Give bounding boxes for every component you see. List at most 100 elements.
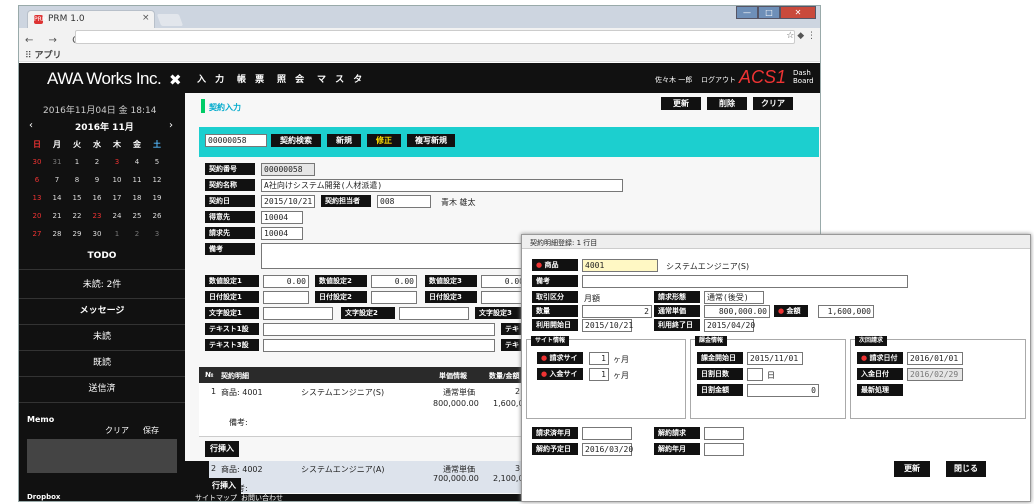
extension-icons[interactable]: ☆ ◆ ⋮ (786, 31, 816, 41)
daily-amount-input[interactable]: 0 (747, 384, 819, 397)
calendar-day[interactable]: 24 (107, 207, 127, 225)
numeric-setting-1-input[interactable]: 0.00 (263, 275, 309, 288)
address-bar[interactable] (75, 30, 795, 44)
calendar-day[interactable]: 22 (67, 207, 87, 225)
calendar-day[interactable]: 10 (107, 171, 127, 189)
calendar-day[interactable]: 7 (47, 171, 67, 189)
calendar-day[interactable]: 18 (127, 189, 147, 207)
calendar-day[interactable]: 19 (147, 189, 167, 207)
customer-input[interactable]: 10004 (261, 211, 303, 224)
text-1-input[interactable] (263, 323, 495, 336)
pay-site-input[interactable]: 1 (589, 368, 609, 381)
menu-master[interactable]: マ ス タ (317, 72, 365, 85)
cancel-request-input[interactable] (704, 427, 744, 440)
amount-input[interactable]: 1,600,000 (818, 305, 874, 318)
close-window-button[interactable]: ✕ (780, 6, 816, 19)
contact-link[interactable]: お問い合わせ (241, 493, 283, 501)
billing-type-select[interactable]: 通常(後受) (704, 291, 764, 304)
dialog-update-button[interactable]: 更新 (894, 461, 930, 477)
calendar-day[interactable]: 5 (147, 153, 167, 171)
calendar-day[interactable]: 8 (67, 171, 87, 189)
minimize-button[interactable]: — (736, 6, 758, 19)
delete-button[interactable]: 削除 (707, 97, 747, 110)
text-3-input[interactable] (263, 339, 495, 352)
date-setting-1-input[interactable] (263, 291, 309, 304)
last-bill-ym-input[interactable] (582, 427, 632, 440)
modify-button[interactable]: 修正 (367, 134, 401, 147)
calendar-day[interactable]: 17 (107, 189, 127, 207)
next-month-icon[interactable]: › (169, 120, 173, 131)
close-tab-icon[interactable]: × (142, 13, 150, 23)
contract-date-input[interactable]: 2015/10/21 (261, 195, 315, 208)
calendar-day[interactable]: 26 (147, 207, 167, 225)
contract-name-input[interactable]: A社向けシステム開発(人材派遣) (261, 179, 623, 192)
menu-reports[interactable]: 帳 票 (237, 72, 267, 85)
menu-inquiry[interactable]: 照 会 (277, 72, 307, 85)
calendar-day[interactable]: 2 (127, 225, 147, 243)
logout-link[interactable]: ログアウト (701, 75, 736, 85)
dialog-close-button[interactable]: 閉じる (946, 461, 986, 477)
calendar-day[interactable]: 11 (127, 171, 147, 189)
product-code-input[interactable]: 4001 (582, 259, 658, 272)
calendar-day[interactable]: 2 (87, 153, 107, 171)
calendar-day[interactable]: 16 (87, 189, 107, 207)
redo-button[interactable]: 最新処理 (857, 384, 903, 396)
bill-site-input[interactable]: 1 (589, 352, 609, 365)
calendar-day[interactable]: 13 (27, 189, 47, 207)
calendar-day[interactable]: 23 (87, 207, 107, 225)
calendar-day[interactable]: 3 (107, 153, 127, 171)
text-setting-2-input[interactable] (399, 307, 469, 320)
staff-input[interactable]: 008 (377, 195, 431, 208)
update-button[interactable]: 更新 (661, 97, 701, 110)
qty-input[interactable]: 2 (582, 305, 652, 318)
new-button[interactable]: 新規 (327, 134, 361, 147)
new-tab-button[interactable] (156, 14, 184, 26)
calendar-day[interactable]: 1 (107, 225, 127, 243)
billing-start-input[interactable]: 2015/11/01 (747, 352, 803, 365)
calendar-day[interactable]: 9 (87, 171, 107, 189)
table-row[interactable]: 1 商品: 4001 システムエンジニア(S) 通常単価 800,000.00 … (199, 383, 539, 437)
text-setting-1-input[interactable] (263, 307, 333, 320)
bill-date-input[interactable]: 2016/01/01 (907, 352, 963, 365)
insert-row-button[interactable]: 行挿入 (205, 441, 239, 457)
calendar-day[interactable]: 20 (27, 207, 47, 225)
calendar-day[interactable]: 15 (67, 189, 87, 207)
calendar-day[interactable]: 30 (87, 225, 107, 243)
memo-save-button[interactable]: 保存 (143, 425, 159, 436)
calendar-day[interactable]: 29 (67, 225, 87, 243)
maximize-button[interactable]: □ (758, 6, 780, 19)
end-date-input[interactable]: 2015/04/20 (704, 319, 755, 332)
prev-month-icon[interactable]: ‹ (29, 120, 33, 131)
apps-bookmark[interactable]: ⠿ アプリ (25, 48, 61, 61)
calendar-day[interactable]: 28 (47, 225, 67, 243)
sitemap-link[interactable]: サイトマップ (195, 493, 237, 501)
cancel-scheduled-input[interactable]: 2016/03/20 (582, 443, 633, 456)
unit-price-input[interactable]: 800,000.00 (704, 305, 770, 318)
cancel-ym-input[interactable] (704, 443, 744, 456)
copy-new-button[interactable]: 複写新規 (407, 134, 455, 147)
dropbox-link[interactable]: Dropbox (27, 493, 60, 501)
calendar-day[interactable]: 3 (147, 225, 167, 243)
calendar-day[interactable]: 21 (47, 207, 67, 225)
todo-link[interactable]: TODO (19, 243, 185, 270)
menu-input[interactable]: 入 力 (197, 72, 227, 85)
contract-no-input[interactable]: 00000058 (205, 134, 267, 147)
memo-textarea[interactable] (27, 439, 177, 473)
insert-row-button-2[interactable]: 行挿入 (207, 478, 241, 494)
table-row[interactable]: 2 商品: 4002 システムエンジニア(A) 通常単価 700,000.00 … (199, 461, 539, 483)
calendar-day[interactable]: 1 (67, 153, 87, 171)
calendar-day[interactable]: 12 (147, 171, 167, 189)
contract-search-button[interactable]: 契約検索 (271, 134, 321, 147)
close-sidebar-icon[interactable]: ✖ (169, 71, 182, 89)
browser-tab[interactable]: PRM PRM 1.0 × (27, 10, 155, 28)
calendar-day[interactable]: 27 (27, 225, 47, 243)
calendar-day[interactable]: 6 (27, 171, 47, 189)
calendar-day[interactable]: 31 (47, 153, 67, 171)
clear-button[interactable]: クリア (753, 97, 793, 110)
calendar-day[interactable]: 30 (27, 153, 47, 171)
daily-days-input[interactable] (747, 368, 763, 381)
calendar-day[interactable]: 4 (127, 153, 147, 171)
calendar-day[interactable]: 14 (47, 189, 67, 207)
bill-to-input[interactable]: 10004 (261, 227, 303, 240)
numeric-setting-2-input[interactable]: 0.00 (371, 275, 417, 288)
